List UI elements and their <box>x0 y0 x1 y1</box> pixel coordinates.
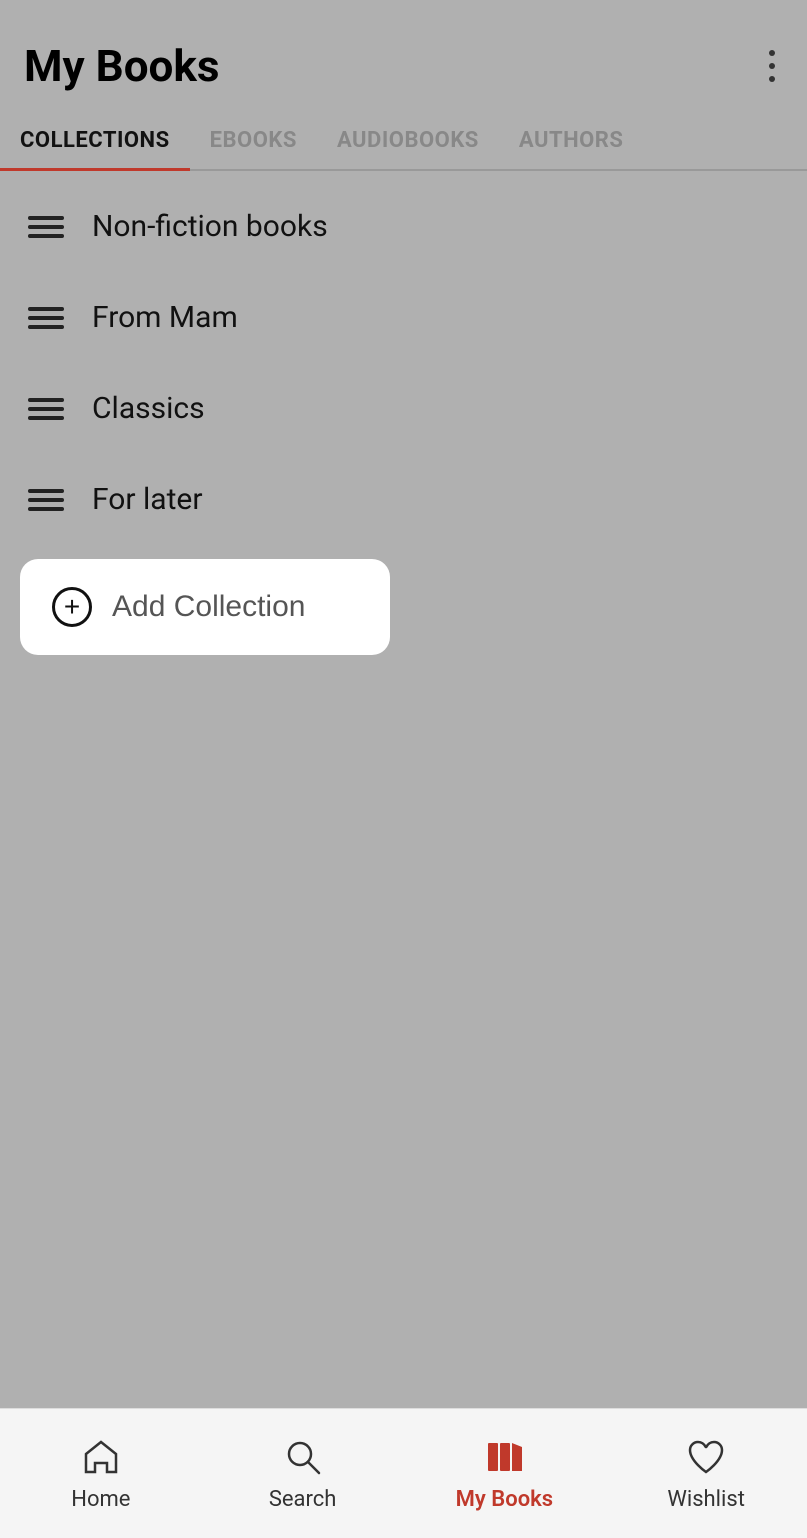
header: My Books <box>0 0 807 92</box>
tabs-bar: COLLECTIONS EBOOKS AUDIOBOOKS AUTHORS <box>0 112 807 171</box>
tab-audiobooks[interactable]: AUDIOBOOKS <box>317 112 499 169</box>
tab-authors[interactable]: AUTHORS <box>499 112 644 169</box>
nav-item-my-books[interactable]: My Books <box>404 1435 606 1512</box>
list-item[interactable]: Non-fiction books <box>0 181 807 272</box>
search-icon <box>281 1435 325 1479</box>
bottom-navigation: Home Search My Books Wishlist <box>0 1408 807 1538</box>
tab-ebooks[interactable]: EBOOKS <box>190 112 317 169</box>
drag-handle-icon <box>28 489 64 511</box>
list-item[interactable]: For later <box>0 454 807 545</box>
my-books-icon <box>482 1435 526 1479</box>
page-title: My Books <box>24 40 219 92</box>
drag-handle-icon <box>28 216 64 238</box>
nav-item-search[interactable]: Search <box>202 1435 404 1512</box>
tab-collections[interactable]: COLLECTIONS <box>0 112 190 169</box>
home-icon <box>79 1435 123 1479</box>
nav-item-wishlist[interactable]: Wishlist <box>605 1435 807 1512</box>
list-item[interactable]: Classics <box>0 363 807 454</box>
collections-list: Non-fiction books From Mam Classics For … <box>0 171 807 679</box>
plus-circle-icon <box>52 587 92 627</box>
nav-item-home[interactable]: Home <box>0 1435 202 1512</box>
three-dots-vertical-icon[interactable] <box>761 42 783 90</box>
heart-icon <box>684 1435 728 1479</box>
list-item[interactable]: From Mam <box>0 272 807 363</box>
drag-handle-icon <box>28 307 64 329</box>
add-collection-button[interactable]: Add Collection <box>20 559 390 655</box>
drag-handle-icon <box>28 398 64 420</box>
